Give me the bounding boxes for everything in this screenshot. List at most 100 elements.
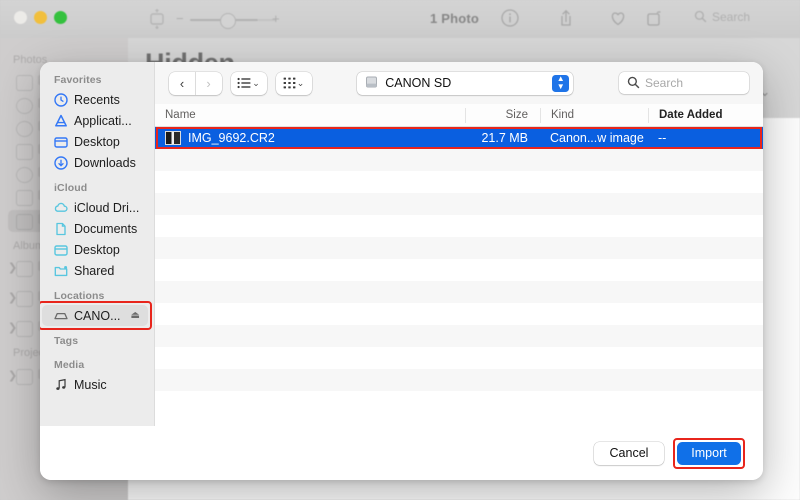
- sidebar-item-label: CANO...: [74, 308, 121, 323]
- sidebar-item-label: Desktop: [74, 134, 120, 149]
- dialog-toolbar: ‹ › ⌄ ⌄ CANON SD ▲ ▼ Search: [155, 62, 763, 104]
- cell-name: IMG_9692.CR2: [155, 131, 465, 145]
- folder-icon: [16, 321, 33, 337]
- navigation-segmented-control: ‹ ›: [169, 71, 222, 95]
- external-drive-icon: [54, 309, 68, 323]
- clock-icon: [54, 92, 68, 107]
- search-icon: [627, 74, 640, 92]
- dialog-main: ‹ › ⌄ ⌄ CANON SD ▲ ▼ Search Name Size Ki…: [155, 62, 763, 426]
- empty-row: [155, 259, 763, 281]
- sidebar-item-label: Desktop: [74, 242, 120, 257]
- background-titlebar: − + 1 Photo Search: [0, 0, 800, 38]
- sidebar-item-label: iCloud Dri...: [74, 200, 140, 215]
- minimize-window-button[interactable]: [34, 11, 47, 24]
- empty-row: [155, 215, 763, 237]
- sidebar-item-label: Downloads: [74, 155, 136, 170]
- sidebar-item-desktop[interactable]: Desktop: [40, 131, 154, 152]
- cancel-button[interactable]: Cancel: [594, 441, 664, 465]
- empty-row: [155, 171, 763, 193]
- sidebar-item-label: Shared: [74, 263, 115, 278]
- empty-row: [155, 325, 763, 347]
- people-icon: [16, 121, 33, 137]
- location-label: CANON SD: [385, 76, 452, 90]
- sidebar-item-documents[interactable]: Documents: [40, 218, 154, 239]
- heart-icon[interactable]: [608, 8, 628, 28]
- search-icon: [694, 10, 707, 23]
- hidden-icon: [16, 214, 33, 230]
- folder-icon: [16, 369, 33, 385]
- group-by-control: ⌄: [275, 71, 312, 95]
- column-header-kind[interactable]: Kind: [540, 107, 648, 123]
- column-header-date-added[interactable]: Date Added: [648, 107, 763, 123]
- sidebar-section-media: Media: [54, 359, 85, 371]
- empty-row: [155, 369, 763, 391]
- share-icon[interactable]: [556, 8, 576, 28]
- zoom-out-label: −: [176, 11, 184, 26]
- sidebar-item-label: Music: [74, 377, 107, 392]
- empty-row: [155, 303, 763, 325]
- sidebar-item-shared[interactable]: Shared: [40, 260, 154, 281]
- music-note-icon: [54, 378, 68, 392]
- empty-row: [155, 149, 763, 171]
- raw-photo-thumb-icon: [165, 131, 181, 145]
- search-input[interactable]: Search: [619, 72, 749, 94]
- folder-icon: [16, 261, 33, 277]
- search-placeholder: Search: [645, 76, 684, 90]
- sidebar-item-music[interactable]: Music: [40, 374, 154, 395]
- background-search-field[interactable]: Search: [694, 10, 790, 29]
- zoom-in-label: +: [272, 11, 280, 26]
- thumbnail-size-icon: [150, 9, 164, 29]
- stepper-down-arrow: ▼: [556, 82, 565, 91]
- sidebar-section-icloud: iCloud: [54, 182, 88, 194]
- zoom-slider-knob[interactable]: [220, 13, 236, 29]
- sidebar-item-applications[interactable]: Applicati...: [40, 110, 154, 131]
- cell-date-added: --: [658, 131, 667, 145]
- group-by-icon[interactable]: ⌄: [276, 72, 312, 95]
- empty-row: [155, 237, 763, 259]
- empty-row: [155, 347, 763, 369]
- table-row[interactable]: IMG_9692.CR2 21.7 MB Canon...w image --: [155, 127, 763, 149]
- sidebar-item-label: Recents: [74, 92, 120, 107]
- chevron-down-icon: ⌄: [252, 77, 260, 88]
- import-button-wrapper: Import: [673, 437, 745, 469]
- sidebar-item-canon-sd[interactable]: CANO... ⏏: [40, 301, 152, 330]
- cell-kind: Canon...w image: [550, 131, 644, 145]
- forward-button[interactable]: ›: [196, 72, 222, 95]
- folder-icon: [16, 291, 33, 307]
- cell-size: 21.7 MB: [481, 131, 528, 145]
- column-header-size[interactable]: Size: [465, 107, 540, 123]
- desktop-icon: [54, 135, 68, 149]
- chevron-down-icon: ⌄: [296, 77, 305, 88]
- import-button[interactable]: Import: [677, 441, 741, 465]
- imports-icon: [16, 190, 33, 206]
- sidebar-item-recents[interactable]: Recents: [40, 89, 154, 110]
- column-header-name[interactable]: Name: [155, 108, 465, 123]
- document-icon: [54, 222, 68, 236]
- back-button[interactable]: ‹: [169, 72, 195, 95]
- close-window-button[interactable]: [14, 11, 27, 24]
- places-icon: [16, 144, 33, 160]
- file-import-dialog: Favorites Recents Applicati... Desktop D…: [40, 62, 763, 480]
- sidebar-section-tags: Tags: [54, 335, 79, 347]
- sidebar-item-icloud-drive[interactable]: iCloud Dri...: [40, 197, 154, 218]
- zoom-slider-widget[interactable]: − +: [148, 6, 280, 32]
- dialog-body: Favorites Recents Applicati... Desktop D…: [40, 62, 763, 426]
- list-view-icon[interactable]: ⌄: [231, 72, 267, 95]
- maximize-window-button[interactable]: [54, 11, 67, 24]
- stepper-icon[interactable]: ▲ ▼: [552, 74, 570, 92]
- downloads-icon: [54, 155, 68, 170]
- location-popup-button[interactable]: CANON SD ▲ ▼: [357, 71, 574, 95]
- cloud-icon: [54, 201, 68, 215]
- info-icon[interactable]: [500, 8, 520, 28]
- file-table-rows: IMG_9692.CR2 21.7 MB Canon...w image --: [155, 127, 763, 426]
- rotate-icon[interactable]: [644, 8, 664, 28]
- file-table-header: Name Size Kind Date Added: [155, 104, 763, 127]
- view-options-control: ⌄: [230, 71, 267, 95]
- sidebar-item-label: Applicati...: [74, 113, 132, 128]
- sidebar-item-downloads[interactable]: Downloads: [40, 152, 154, 173]
- sidebar-section-favorites: Favorites: [54, 74, 102, 86]
- empty-row: [155, 193, 763, 215]
- eject-icon[interactable]: ⏏: [131, 310, 140, 321]
- desktop-icon: [54, 243, 68, 257]
- sidebar-item-icloud-desktop[interactable]: Desktop: [40, 239, 154, 260]
